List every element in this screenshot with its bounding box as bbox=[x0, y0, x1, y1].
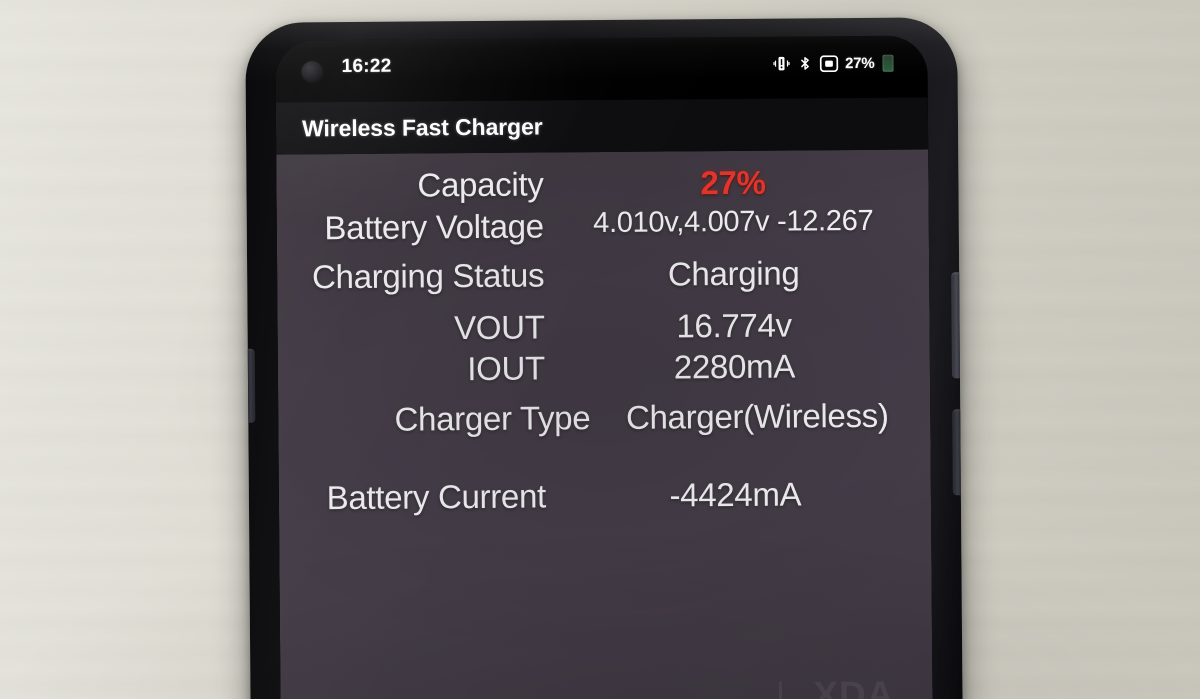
row-label-charging-status: Charging Status bbox=[311, 256, 545, 296]
table-row-vout: VOUT 16.774v bbox=[277, 304, 929, 349]
screen-record-icon bbox=[819, 54, 838, 72]
row-value-battery-current: -4424mA bbox=[669, 475, 802, 514]
row-value-charger-type: Charger(Wireless) bbox=[625, 396, 889, 436]
row-label-charger-type: Charger Type bbox=[394, 399, 591, 438]
row-value-charging-status: Charging bbox=[667, 254, 800, 293]
bluetooth-icon bbox=[800, 57, 809, 70]
table-row-battery-current: Battery Current -4424mA bbox=[279, 473, 931, 518]
status-bar: 16:22 27% bbox=[275, 45, 927, 84]
app-title-bar: Wireless Fast Charger bbox=[275, 97, 929, 155]
row-value-iout: 2280mA bbox=[673, 347, 796, 386]
row-value-capacity: 27% bbox=[700, 163, 766, 202]
table-row-battery-voltage: Battery Voltage 4.010v,4.007v -12.267 bbox=[277, 203, 929, 248]
phone-screen[interactable]: 16:22 27% Wireless Fast Charger Capacity… bbox=[275, 35, 933, 699]
photo-scene: 16:22 27% Wireless Fast Charger Capacity… bbox=[0, 0, 1200, 699]
row-label-capacity: Capacity bbox=[417, 165, 544, 204]
table-row-charger-type: Charger Type Charger(Wireless) bbox=[278, 395, 930, 440]
row-value-vout: 16.774v bbox=[676, 306, 792, 345]
row-label-iout: IOUT bbox=[467, 349, 546, 388]
table-row-iout: IOUT 2280mA bbox=[278, 346, 930, 391]
table-row-charging-status: Charging Status Charging bbox=[277, 253, 929, 298]
charger-info-panel: Capacity 27% Battery Voltage 4.010v,4.00… bbox=[276, 149, 933, 699]
row-value-battery-voltage: 4.010v,4.007v -12.267 bbox=[593, 204, 874, 239]
front-camera-icon bbox=[301, 61, 323, 83]
status-bar-clock: 16:22 bbox=[341, 55, 392, 78]
volume-button[interactable] bbox=[952, 409, 963, 496]
row-label-battery-voltage: Battery Voltage bbox=[324, 207, 544, 246]
power-button[interactable] bbox=[951, 272, 963, 379]
table-row-capacity: Capacity 27% bbox=[276, 161, 928, 206]
vibrate-icon bbox=[772, 56, 790, 71]
status-bar-icons: 27% bbox=[772, 54, 894, 73]
status-bar-battery-percent: 27% bbox=[845, 54, 875, 72]
smartphone-device: 16:22 27% Wireless Fast Charger Capacity… bbox=[245, 17, 963, 699]
row-label-vout: VOUT bbox=[453, 308, 545, 346]
alert-slider-button[interactable] bbox=[245, 348, 256, 423]
row-label-battery-current: Battery Current bbox=[326, 477, 547, 516]
app-title: Wireless Fast Charger bbox=[301, 112, 543, 141]
battery-icon bbox=[882, 54, 894, 72]
